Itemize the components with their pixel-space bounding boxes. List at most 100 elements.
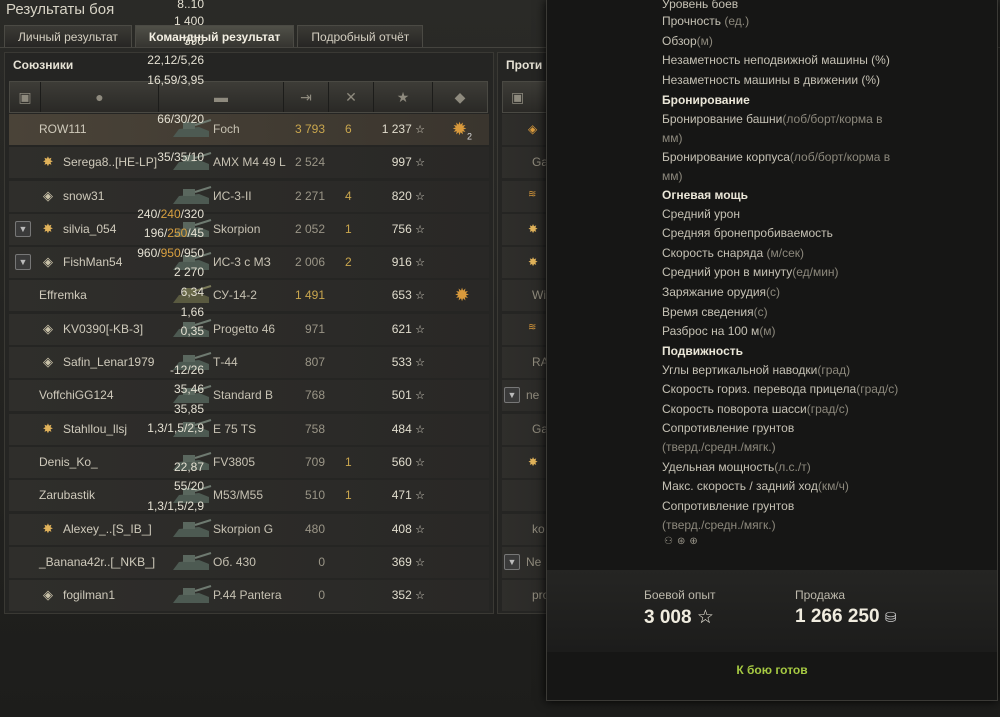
diamond-badge-icon: ◈ [43,354,53,370]
damage-value: 2 052 [294,221,325,236]
damage-value: 709 [304,454,325,469]
player-name: fogilman1 [63,588,116,603]
star-icon: ☆ [415,157,425,170]
clan-column-icon[interactable]: ▣ [10,82,41,112]
vehicle-name: Standard B [213,388,274,403]
sale-price-label: Продажа [795,588,846,602]
damage-value: 758 [304,421,325,436]
star-icon: ☆ [415,257,425,270]
sale-price-value: 1 266 250 ⛁ [795,606,897,627]
player-name: VoffchiGG124 [39,388,114,403]
clan-column-icon[interactable]: ▣ [511,89,524,106]
xp-value: 560 ☆ [391,454,425,469]
player-row[interactable]: ◈ fogilman1 P.44 Pantera 0 352 ☆ [9,580,489,612]
view-range-label: Обзор(м) [662,34,713,48]
star-icon: ☆ [415,490,425,503]
hull-armor-value: 35/35/10 [157,150,204,164]
turret-armor-unit: мм) [662,131,683,145]
tab-bar: Личный результат Командный результат Под… [4,25,424,48]
vehicle-name: ИС-3 с МЗ [213,255,271,270]
allies-panel: Союзники ▣ ● ▬ ⇥ ✕ ★ ◆ ROW111 Foch 3 793… [4,52,494,614]
medal-column-icon[interactable]: ◆ [433,82,487,112]
allies-list: ROW111 Foch 3 793 6 1 237 ☆ ✹2 ✸ Serega8… [9,114,489,613]
terrain-resistance-value: 1,3/1,5/2,9 [147,421,204,435]
damage-value: 1 491 [294,288,325,303]
gold-badge-icon: ✸ [42,520,54,536]
star-icon: ☆ [415,590,425,603]
vehicle-name: P.44 Pantera [213,588,282,603]
battle-tier-label: Уровень боев [662,0,739,11]
star-icon: ☆ [415,523,425,536]
player-row[interactable]: ▼ ◈ FishMan54 ИС-3 с МЗ 2 006 2 916 ☆ [9,247,489,279]
star-icon: ☆ [696,607,714,628]
player-row[interactable]: VoffchiGG124 Standard B 768 501 ☆ [9,380,489,412]
player-row[interactable]: ✸ Serega8..[HE-LP] AMX M4 49 L 2 524 997… [9,147,489,179]
player-name: ROW111 [39,122,87,136]
damage-value: 480 [304,521,325,536]
damage-value: 2 524 [294,155,325,170]
terrain-resistance-unit: (тверд./средн./мягк.) [662,440,776,454]
camo-static-label: Незаметность неподвижной машины (%) [662,53,890,67]
player-column-icon[interactable]: ● [41,82,159,112]
allies-column-header: ▣ ● ▬ ⇥ ✕ ★ ◆ [9,81,488,113]
firepower-section-title: Огневая мощь [662,188,749,202]
player-name: FishMan54 [63,255,123,270]
player-row[interactable]: Denis_Ko_ FV3805 709 1 560 ☆ [9,446,489,478]
vehicle-name: E 75 TS [213,421,257,436]
player-row[interactable]: Zarubastik M53/M55 510 1 471 ☆ [9,480,489,512]
star-icon: ☆ [415,456,425,469]
hull-traverse-value: 35,85 [173,402,204,416]
player-row[interactable]: Effremka СУ-14-2 1 491 653 ☆ ✹ [9,280,489,312]
penetration-value: 196/250/45 [143,226,204,240]
binoculars-icon: ⚇ [664,536,677,547]
star-icon: ☆ [415,390,425,403]
star-icon: ☆ [415,556,425,569]
tab-team-result[interactable]: Командный результат [134,25,295,48]
star-icon: ☆ [415,323,425,336]
xp-value: 621 ☆ [391,321,425,336]
clan-emblem-icon: ▼ [504,387,520,404]
gold-badge-icon: ✸ [528,255,539,270]
shell-velocity-value: 960/950/950 [137,246,204,260]
dispersion-label: Разброс на 100 м(м) [662,324,776,338]
xp-value: 653 ☆ [391,288,425,303]
player-row[interactable]: ROW111 Foch 3 793 6 1 237 ☆ ✹2 [9,114,489,145]
damage-value: 240/240/320 [137,207,204,221]
star-icon: ☆ [415,290,425,303]
hp-label: Прочность (ед.) [662,14,750,28]
terrain-resistance-label: Сопротивление грунтов [662,421,795,435]
player-row[interactable]: ✸ Alexey_..[S_IB_] Skorpion G 480 408 ☆ [9,513,489,545]
power-ratio-label: Удельная мощность(л.с./т) [662,460,811,474]
traverse-value: 35,46 [173,382,204,396]
star-icon: ☆ [415,190,425,203]
turret-armor-label: Бронирование башни(лоб/борт/корма в [662,112,883,126]
star-icon: ☆ [415,357,425,370]
battle-results-window: Результаты боя Личный результат Командны… [0,0,1000,717]
camo-moving-label: Незаметность машины в движении (%) [662,73,881,87]
enemies-title: Проти [506,58,543,72]
xp-value: 352 ☆ [391,588,425,603]
damage-column-icon[interactable]: ⇥ [284,82,329,112]
hull-armor-label: Бронирование корпуса(лоб/борт/корма в [662,150,891,164]
xp-value: 533 ☆ [391,355,425,370]
player-row[interactable]: _Banana42r..[_NKB_] Об. 430 0 369 ☆ [9,546,489,578]
vehicle-status: К бою готов [736,663,808,677]
player-row[interactable]: ◈ Safin_Lenar1979 Т-44 807 533 ☆ [9,347,489,379]
hull-traverse-label: Скорость поворота шасси(град/с) [662,402,849,416]
player-name: _Banana42r..[_NKB_] [39,554,156,569]
player-row[interactable]: ✸ Stahllou_llsj E 75 TS 758 484 ☆ [9,413,489,445]
frags-column-icon[interactable]: ✕ [329,82,374,112]
player-row[interactable]: ◈ KV0390[-KB-3] Progetto 46 971 621 ☆ [9,313,489,345]
tab-detailed-report[interactable]: Подробный отчёт [297,25,424,48]
window-title: Результаты боя [6,1,115,18]
dispersion-value: 0,35 [180,324,204,338]
allies-title: Союзники [13,58,74,72]
tab-personal-result[interactable]: Личный результат [4,25,132,48]
penetration-label: Средняя бронепробиваемость [662,226,833,240]
player-row[interactable]: ◈ snow31 ИС-3-II 2 271 4 820 ☆ [9,180,489,212]
gun-elevation-value: -12/26 [169,363,204,377]
player-row[interactable]: ▼ ✸ silvia_054 Skorpion 2 052 1 756 ☆ [9,213,489,245]
medal-icon: ✹ [454,285,470,306]
aim-time-label: Время сведения(с) [662,305,768,319]
xp-column-icon[interactable]: ★ [374,82,433,112]
